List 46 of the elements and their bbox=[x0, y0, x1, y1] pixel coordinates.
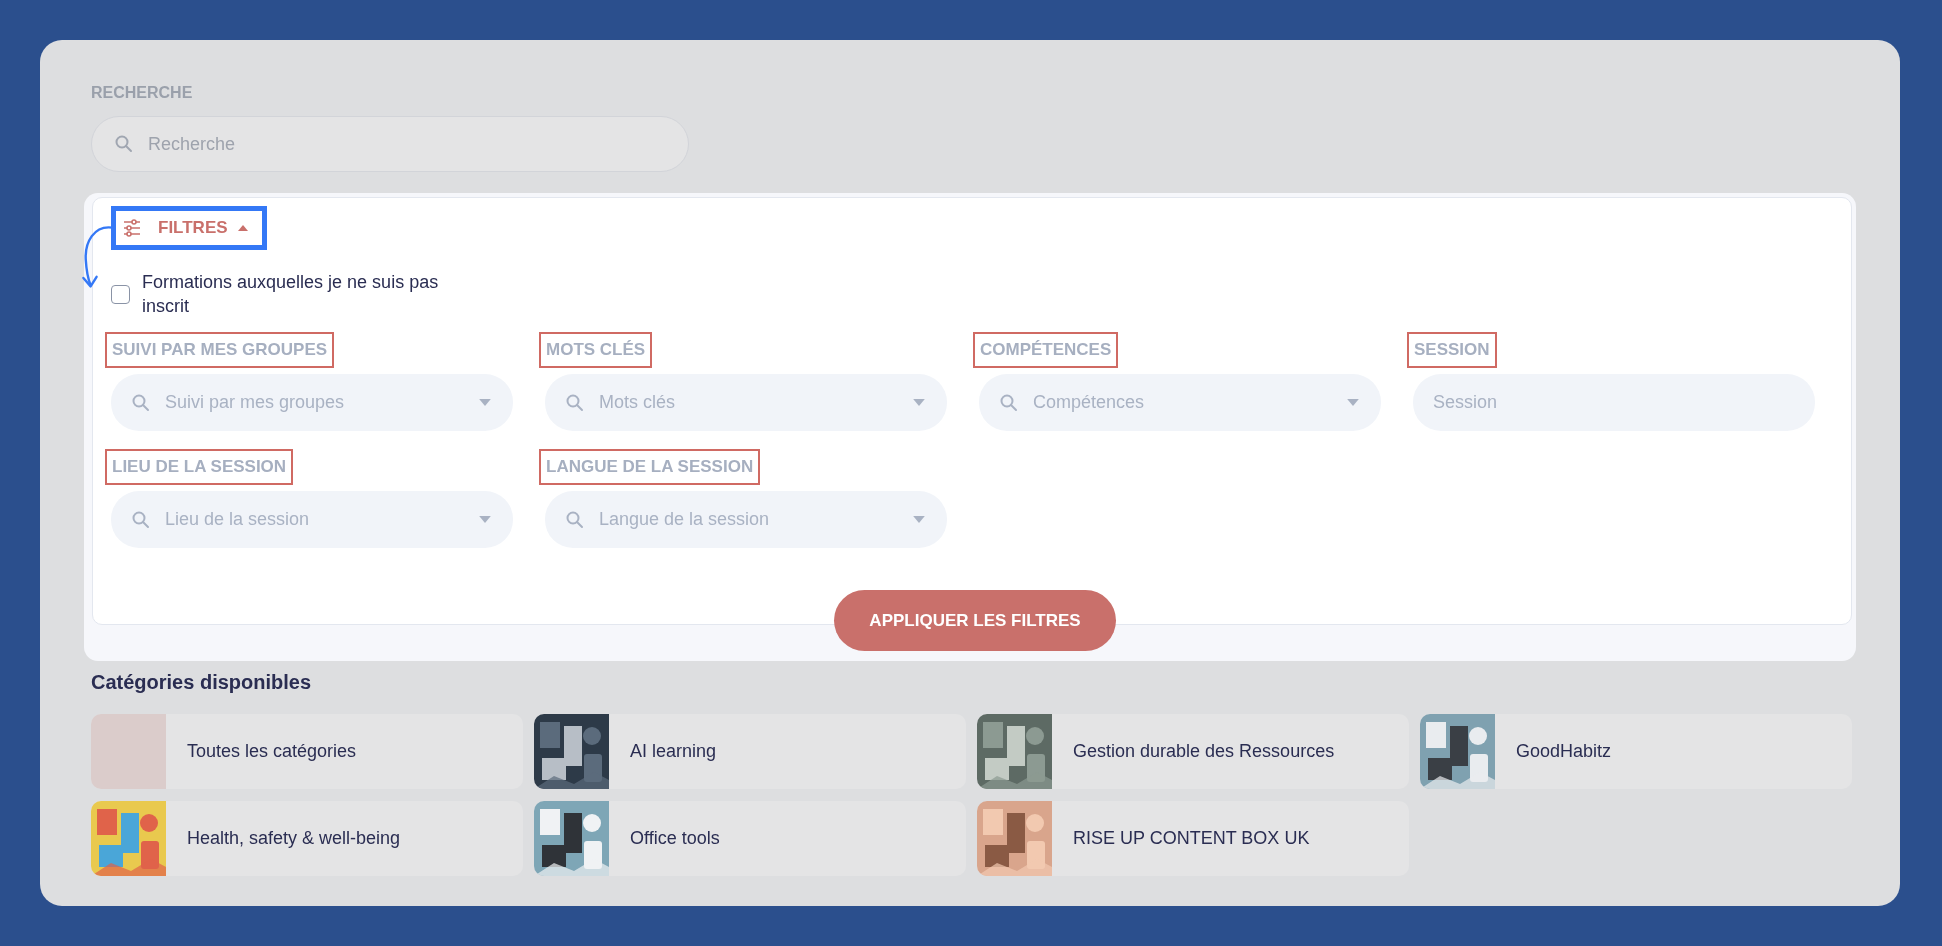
dropdown-field[interactable]: Compétences bbox=[979, 374, 1381, 431]
category-name: Gestion durable des Ressources bbox=[1073, 741, 1335, 762]
field-label: MOTS CLÉS bbox=[539, 332, 653, 368]
apply-filters-button[interactable]: APPLIQUER LES FILTRES bbox=[834, 590, 1116, 651]
search-field[interactable]: Recherche bbox=[91, 116, 689, 172]
dropdown-field[interactable]: Mots clés bbox=[545, 374, 947, 431]
dropdown-caret-icon bbox=[913, 399, 925, 406]
category-name: Toutes les catégories bbox=[187, 741, 357, 762]
dropdown-field[interactable]: Suivi par mes groupes bbox=[111, 374, 513, 431]
category-tile[interactable]: Toutes les catégories bbox=[91, 714, 523, 789]
category-tile[interactable]: GoodHabitz bbox=[1420, 714, 1852, 789]
caret-icon bbox=[237, 225, 248, 231]
category-name: RISE UP CONTENT BOX UK bbox=[1073, 828, 1310, 849]
checkbox-label: Formations auxquelles je ne suis pas inscrit bbox=[142, 271, 440, 318]
field-label: COMPÉTENCES bbox=[973, 332, 1119, 368]
search-icon bbox=[131, 509, 151, 530]
dropdown-caret-icon bbox=[479, 516, 491, 523]
search-label: RECHERCHE bbox=[91, 84, 194, 102]
dropdown-caret-icon bbox=[479, 399, 491, 406]
dropdown-field[interactable]: Langue de la session bbox=[545, 491, 947, 548]
category-name: AI learning bbox=[630, 741, 717, 762]
search-icon bbox=[999, 392, 1019, 413]
input-field[interactable]: Session bbox=[1413, 374, 1815, 431]
field-label: LANGUE DE LA SESSION bbox=[539, 449, 761, 485]
category-tile[interactable]: Gestion durable des Ressources bbox=[977, 714, 1409, 789]
search-icon bbox=[131, 392, 151, 413]
field-label: SUIVI PAR MES GROUPES bbox=[105, 332, 335, 368]
sliders-icon bbox=[122, 218, 142, 238]
section-title: Catégories disponibles bbox=[91, 671, 313, 694]
filters-toggle[interactable]: FILTRES bbox=[111, 206, 267, 250]
category-name: Office tools bbox=[630, 828, 720, 849]
category-tile[interactable]: AI learning bbox=[534, 714, 966, 789]
dropdown-caret-icon bbox=[1347, 399, 1359, 406]
category-tile[interactable]: RISE UP CONTENT BOX UK bbox=[977, 801, 1409, 876]
category-tile[interactable]: Health, safety & well-being bbox=[91, 801, 523, 876]
category-tile[interactable]: Office tools bbox=[534, 801, 966, 876]
search-icon bbox=[565, 509, 585, 530]
search-icon bbox=[114, 134, 134, 154]
category-name: Health, safety & well-being bbox=[187, 828, 401, 849]
checkbox[interactable] bbox=[111, 284, 130, 304]
dropdown-field[interactable]: Lieu de la session bbox=[111, 491, 513, 548]
category-name: GoodHabitz bbox=[1516, 741, 1612, 762]
dropdown-caret-icon bbox=[913, 516, 925, 523]
field-label: LIEU DE LA SESSION bbox=[105, 449, 294, 485]
field-label: SESSION bbox=[1407, 332, 1497, 368]
search-icon bbox=[565, 392, 585, 413]
